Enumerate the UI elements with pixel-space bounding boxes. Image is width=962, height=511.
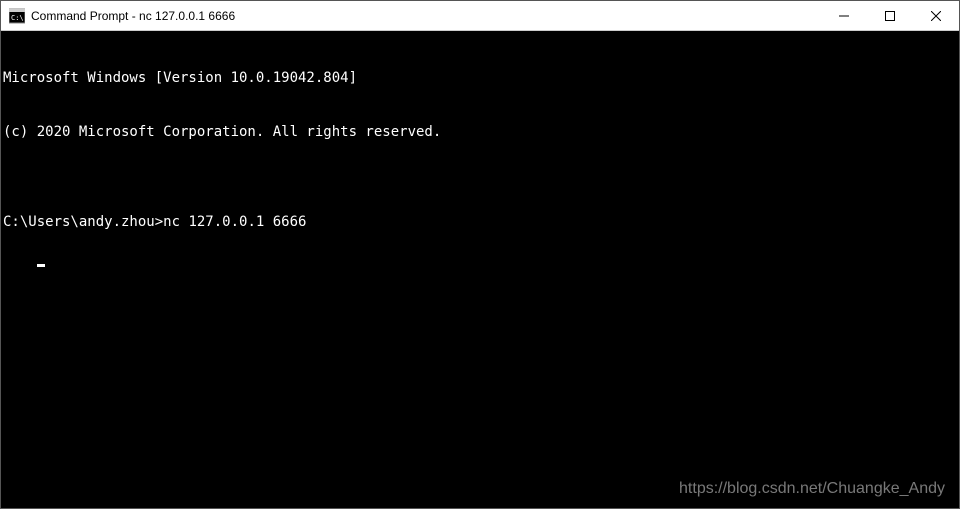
command-text: nc 127.0.0.1 6666 <box>163 214 306 230</box>
cmd-icon: C:\ <box>9 8 25 24</box>
prompt-text: C:\Users\andy.zhou> <box>3 214 163 230</box>
terminal-area[interactable]: Microsoft Windows [Version 10.0.19042.80… <box>1 31 959 508</box>
cursor <box>37 264 45 267</box>
terminal-line: (c) 2020 Microsoft Corporation. All righ… <box>3 123 959 141</box>
titlebar: C:\ Command Prompt - nc 127.0.0.1 6666 <box>1 1 959 31</box>
window-controls <box>821 1 959 30</box>
terminal-line: Microsoft Windows [Version 10.0.19042.80… <box>3 69 959 87</box>
maximize-button[interactable] <box>867 1 913 30</box>
window-title: Command Prompt - nc 127.0.0.1 6666 <box>31 9 235 23</box>
title-left: C:\ Command Prompt - nc 127.0.0.1 6666 <box>1 8 821 24</box>
terminal-prompt-line: C:\Users\andy.zhou>nc 127.0.0.1 6666 <box>3 213 959 231</box>
command-prompt-window: C:\ Command Prompt - nc 127.0.0.1 6666 M… <box>0 0 960 509</box>
watermark-text: https://blog.csdn.net/Chuangke_Andy <box>679 480 945 498</box>
close-button[interactable] <box>913 1 959 30</box>
minimize-button[interactable] <box>821 1 867 30</box>
svg-text:C:\: C:\ <box>11 14 24 22</box>
